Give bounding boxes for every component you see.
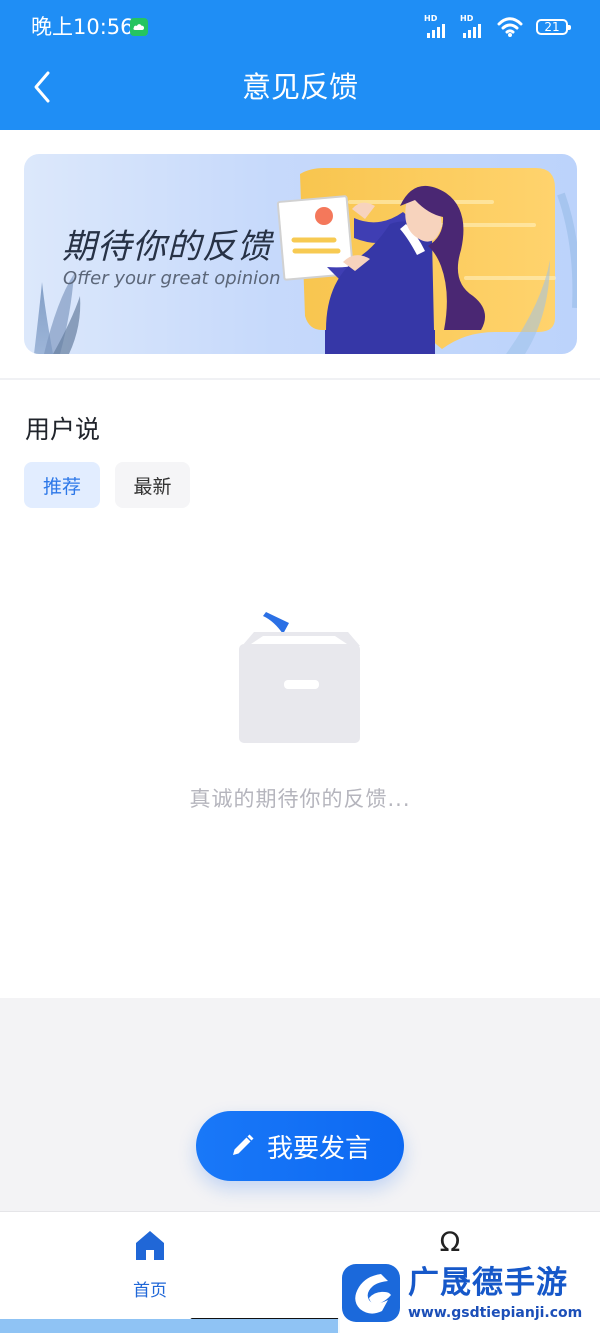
status-time: 晚上10:56 [31, 15, 134, 39]
signal-icon-secondary: HD [460, 14, 488, 38]
watermark-title: 广晟德手游 [408, 1265, 568, 1301]
post-feedback-button[interactable]: 我要发言 [196, 1111, 404, 1181]
feedback-banner: 期待你的反馈 Offer your great opinion [24, 154, 577, 354]
tab-latest[interactable]: 最新 [115, 462, 190, 508]
cloud-icon [133, 24, 145, 30]
page-title: 意见反馈 [241, 70, 358, 104]
bottom-navigation: 首页 Ω 广晟德手游 www.gsdtiepianji.com [0, 1211, 600, 1333]
site-watermark: 广晟德手游 www.gsdtiepianji.com [338, 1259, 600, 1333]
watermark-logo [342, 1264, 400, 1322]
banner-subtitle: Offer your great opinion [63, 268, 281, 289]
bottom-strip [0, 1319, 340, 1333]
battery-icon: 21 [536, 19, 571, 35]
nav-home-label: 首页 [133, 1281, 167, 1301]
feedback-content: 期待你的反馈 Offer your great opinion 用户说 推荐 最… [0, 130, 600, 998]
feedback-screen: 晚上10:56 HD HD 21 意见反馈 期待你的反馈 Offer your … [0, 0, 600, 1333]
nav-omega-icon[interactable]: Ω [438, 1229, 462, 1257]
tab-recommended[interactable]: 推荐 [24, 462, 100, 508]
wifi-icon [497, 17, 523, 37]
signal-bars-secondary [463, 24, 481, 38]
signal-icon: HD [424, 14, 452, 38]
app-header: 晚上10:56 HD HD 21 意见反馈 [0, 0, 600, 130]
status-icons: HD HD 21 [424, 14, 571, 38]
empty-box-icon [239, 612, 360, 743]
pencil-icon [232, 1134, 254, 1155]
home-icon [136, 1231, 164, 1260]
battery-level: 21 [544, 20, 560, 34]
network-hd-label: HD [424, 14, 438, 23]
cloud-notification-icon [130, 18, 148, 36]
empty-message: 真诚的期待你的反馈... [189, 787, 411, 811]
nav-item-home[interactable]: 首页 [118, 1228, 182, 1301]
network-hd-label-secondary: HD [460, 14, 474, 23]
section-divider [0, 378, 600, 380]
post-feedback-label: 我要发言 [266, 1133, 371, 1164]
watermark-url: www.gsdtiepianji.com [408, 1305, 583, 1321]
banner-title: 期待你的反馈 [62, 227, 272, 267]
user-feedback-title: 用户说 [25, 415, 101, 444]
signal-bars [427, 24, 445, 38]
